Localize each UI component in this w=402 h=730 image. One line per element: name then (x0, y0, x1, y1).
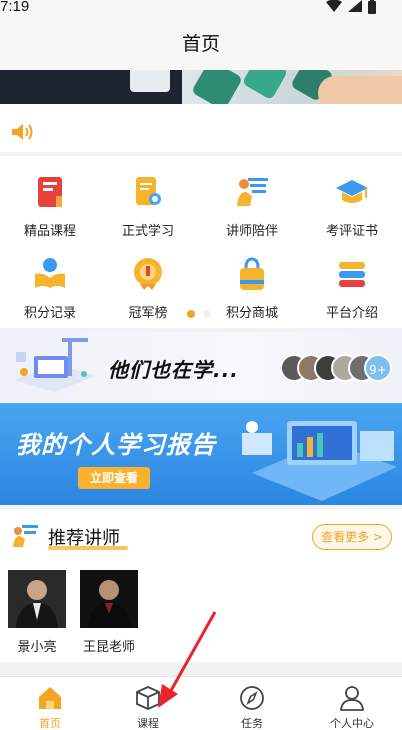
nav-label: 首页 (39, 717, 61, 730)
study-report-banner[interactable]: 我的个人学习报告 立即查看 (0, 403, 402, 505)
learners-text: 他们也在学... (108, 358, 239, 382)
teacher-portrait (80, 570, 138, 628)
page-title: 首页 (181, 33, 220, 55)
teacher-name: 景小亮 (17, 640, 57, 655)
view-report-button[interactable]: 立即查看 (78, 467, 150, 489)
menu-label: 考评证书 (325, 224, 378, 239)
nav-tasks[interactable]: 任务 (202, 677, 302, 730)
learner-avatars: 9+ (280, 354, 392, 382)
teacher-name: 王昆老师 (82, 640, 135, 655)
banner-arm-image (318, 76, 402, 104)
bottom-nav: 首页 课程 任务 个人中心 (0, 676, 402, 730)
home-icon (39, 687, 61, 709)
nav-label: 任务 (241, 717, 263, 730)
teacher-section-icon (13, 525, 38, 547)
menu-item-points-record[interactable]: 积分记录 (0, 248, 100, 321)
menu-item-champions[interactable]: 冠军榜 (98, 248, 198, 321)
top-banner[interactable] (0, 70, 402, 104)
reading-person-icon (35, 258, 65, 288)
title-bar: 首页 (0, 18, 402, 70)
qr-code-image (130, 70, 170, 92)
section-title: 推荐讲师 (48, 528, 120, 549)
menu-item-teacher-companion[interactable]: 讲师陪伴 (202, 166, 302, 239)
document-search-icon (136, 177, 161, 205)
menu-label: 正式学习 (121, 224, 174, 239)
graduation-cap-icon (336, 180, 368, 203)
menu-label: 积分记录 (23, 306, 76, 321)
status-time: 7:19 (0, 0, 30, 15)
status-icons (326, 0, 376, 14)
menu-label: 冠军榜 (128, 306, 168, 321)
signal-icon (348, 0, 362, 12)
wifi-icon (326, 0, 342, 12)
menu-item-formal-study[interactable]: 正式学习 (98, 166, 198, 239)
person-icon (340, 686, 364, 711)
notice-bar[interactable] (0, 104, 402, 152)
menu-label: 精品课程 (23, 224, 76, 239)
nav-profile[interactable]: 个人中心 (302, 677, 402, 730)
menu-item-platform-intro[interactable]: 平台介绍 (302, 248, 402, 321)
menu-label: 平台介绍 (325, 306, 378, 321)
menu-item-certificates[interactable]: 考评证书 (302, 166, 402, 239)
pager-dot-active (187, 310, 195, 318)
battery-icon (368, 0, 376, 14)
recommended-teachers: 推荐讲师 查看更多 > 景小亮 王昆老师 (0, 510, 402, 662)
pager-dot (203, 310, 211, 318)
teacher-photo (80, 570, 138, 628)
teacher-card[interactable]: 王昆老师 (80, 570, 138, 655)
teacher-card[interactable]: 景小亮 (8, 570, 66, 655)
report-title: 我的个人学习报告 (16, 431, 216, 459)
more-learners-badge: 9+ (364, 354, 392, 382)
menu-item-points-mall[interactable]: 积分商城 (202, 248, 302, 321)
shopping-bag-icon (240, 257, 264, 290)
speaker-icon (12, 124, 33, 140)
book-icon (38, 177, 62, 207)
status-bar: 7:19 (0, 0, 402, 18)
menu-item-courses[interactable]: 精品课程 (0, 166, 100, 239)
learning-illustration (14, 338, 96, 392)
menu-pager (187, 310, 211, 318)
app-screen: 7:19 首页 精品课程 正式学习 讲师陪伴 考评证书 积分记录 冠军榜 积分商… (0, 0, 402, 730)
menu-label: 讲师陪伴 (225, 224, 278, 239)
report-illustration (242, 421, 397, 501)
nav-label: 个人中心 (330, 717, 374, 730)
feature-menu: 精品课程 正式学习 讲师陪伴 考评证书 积分记录 冠军榜 积分商城 平台介绍 (0, 156, 402, 328)
compass-icon (240, 686, 264, 710)
menu-label: 积分商城 (225, 306, 278, 321)
teacher-photo (8, 570, 66, 628)
medal-icon (134, 258, 162, 290)
teacher-portrait (8, 570, 66, 628)
nav-home[interactable]: 首页 (0, 677, 100, 730)
nav-courses[interactable]: 课程 (98, 677, 198, 730)
nav-label: 课程 (137, 717, 159, 730)
learners-banner[interactable]: 他们也在学... 9+ (0, 332, 402, 400)
see-more-button[interactable]: 查看更多 > (312, 524, 392, 550)
cube-icon (136, 686, 160, 710)
stack-icon (339, 262, 365, 287)
teacher-board-icon (237, 178, 268, 206)
